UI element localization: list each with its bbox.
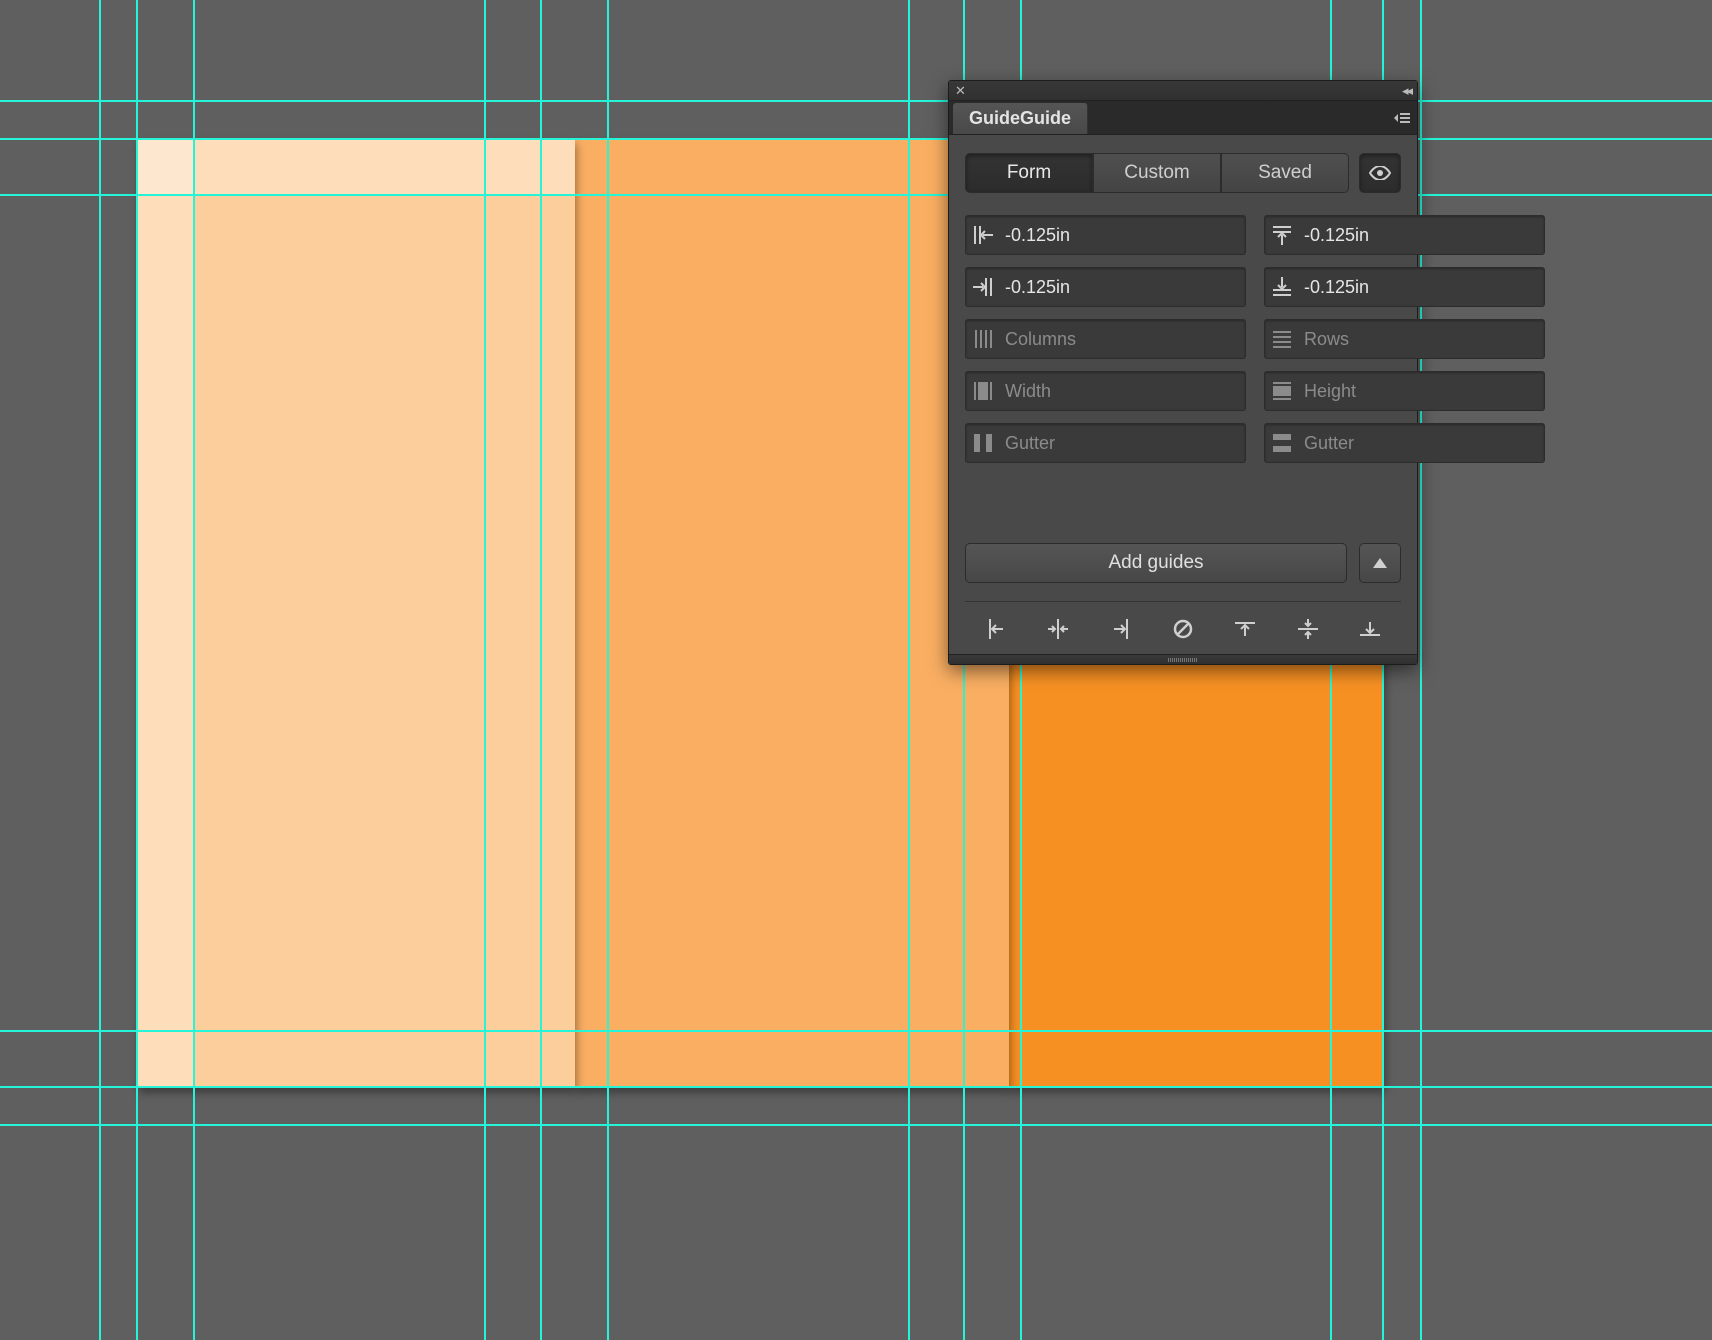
guide-horizontal[interactable] — [0, 1086, 1712, 1088]
panel-resize-handle[interactable] — [949, 654, 1417, 664]
margin-bottom-field[interactable] — [1264, 267, 1545, 307]
guideguide-panel: ✕ ◂◂ GuideGuide Form Custom Saved — [948, 80, 1418, 665]
panel-topbar[interactable]: ✕ ◂◂ — [949, 81, 1417, 101]
expand-button[interactable] — [1359, 543, 1401, 583]
guide-left-edge-button[interactable] — [976, 614, 1016, 644]
column-width-icon — [971, 379, 995, 403]
footer-row: Add guides — [965, 543, 1401, 583]
guide-horizontal[interactable] — [0, 100, 1712, 102]
mode-segmented-control: Form Custom Saved — [965, 153, 1401, 193]
margin-top-input[interactable] — [1304, 225, 1536, 246]
clear-guides-button[interactable] — [1163, 614, 1203, 644]
guide-vertical[interactable] — [607, 0, 609, 1340]
margin-right-input[interactable] — [1005, 277, 1237, 298]
tab-saved[interactable]: Saved — [1221, 153, 1349, 193]
margin-left-icon — [971, 223, 995, 247]
panel-flyout-menu-icon[interactable] — [1387, 101, 1417, 134]
guide-vertical[interactable] — [193, 0, 195, 1340]
margin-top-field[interactable] — [1264, 215, 1545, 255]
guide-right-edge-button[interactable] — [1101, 614, 1141, 644]
guide-top-edge-button[interactable] — [1225, 614, 1265, 644]
rows-icon — [1270, 327, 1294, 351]
artboard-column-2 — [575, 138, 1009, 1087]
quick-guides-row — [965, 601, 1401, 644]
form-grid — [965, 215, 1401, 463]
guide-vertical[interactable] — [908, 0, 910, 1340]
close-icon[interactable]: ✕ — [955, 83, 966, 99]
guide-bottom-edge-button[interactable] — [1350, 614, 1390, 644]
margin-bottom-input[interactable] — [1304, 277, 1536, 298]
guide-vertical[interactable] — [1420, 0, 1422, 1340]
rows-input[interactable] — [1304, 329, 1536, 350]
grip-icon — [1168, 658, 1198, 662]
columns-field[interactable] — [965, 319, 1246, 359]
row-gutter-field[interactable] — [1264, 423, 1545, 463]
guide-vertical-center-button[interactable] — [1288, 614, 1328, 644]
margin-left-input[interactable] — [1005, 225, 1237, 246]
art-overlay — [137, 138, 194, 1087]
column-width-field[interactable] — [965, 371, 1246, 411]
row-height-field[interactable] — [1264, 371, 1545, 411]
columns-icon — [971, 327, 995, 351]
guide-horizontal[interactable] — [0, 1124, 1712, 1126]
row-height-input[interactable] — [1304, 381, 1536, 402]
guide-vertical[interactable] — [136, 0, 138, 1340]
row-gutter-icon — [1270, 431, 1294, 455]
panel-body: Form Custom Saved — [949, 135, 1417, 654]
margin-right-icon — [971, 275, 995, 299]
add-guides-button[interactable]: Add guides — [965, 543, 1347, 583]
margin-top-icon — [1270, 223, 1294, 247]
panel-tab-title[interactable]: GuideGuide — [953, 103, 1088, 134]
visibility-toggle-button[interactable] — [1359, 153, 1401, 193]
column-gutter-icon — [971, 431, 995, 455]
columns-input[interactable] — [1005, 329, 1237, 350]
panel-tabbar: GuideGuide — [949, 101, 1417, 135]
chevron-up-icon — [1373, 558, 1387, 568]
guide-horizontal-center-button[interactable] — [1038, 614, 1078, 644]
artboard-column-1 — [137, 138, 575, 1087]
eye-icon — [1369, 166, 1391, 180]
margin-bottom-icon — [1270, 275, 1294, 299]
column-gutter-input[interactable] — [1005, 433, 1237, 454]
margin-left-field[interactable] — [965, 215, 1246, 255]
guide-vertical[interactable] — [99, 0, 101, 1340]
collapse-icon[interactable]: ◂◂ — [1402, 83, 1411, 99]
tab-custom[interactable]: Custom — [1093, 153, 1221, 193]
art-overlay — [137, 138, 575, 195]
guide-vertical[interactable] — [540, 0, 542, 1340]
guide-horizontal[interactable] — [0, 194, 1712, 196]
row-height-icon — [1270, 379, 1294, 403]
guide-vertical[interactable] — [484, 0, 486, 1340]
column-gutter-field[interactable] — [965, 423, 1246, 463]
guide-horizontal[interactable] — [0, 138, 1712, 140]
tab-form[interactable]: Form — [965, 153, 1093, 193]
row-gutter-input[interactable] — [1304, 433, 1536, 454]
column-width-input[interactable] — [1005, 381, 1237, 402]
guide-horizontal[interactable] — [0, 1030, 1712, 1032]
rows-field[interactable] — [1264, 319, 1545, 359]
margin-right-field[interactable] — [965, 267, 1246, 307]
